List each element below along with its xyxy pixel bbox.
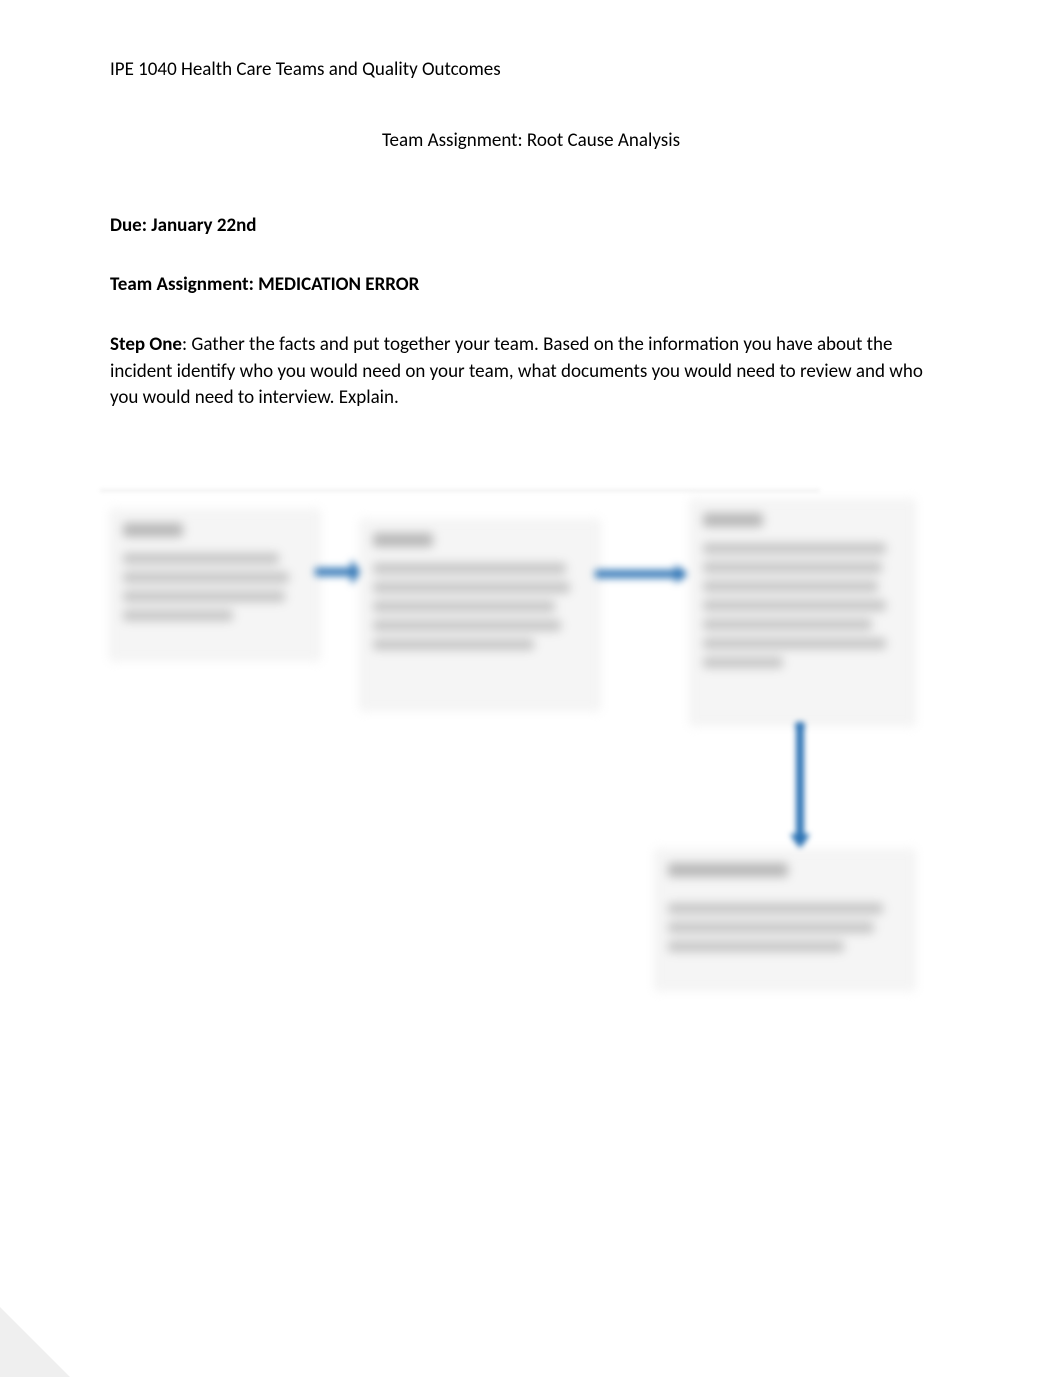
blurred-text-line [123, 553, 279, 564]
flowchart-box-1 [110, 510, 320, 660]
blurred-text-line [668, 941, 844, 952]
blurred-text-line [703, 581, 878, 592]
blurred-text-line [703, 600, 886, 611]
flowchart-box-2 [360, 520, 600, 710]
blurred-text-line [123, 572, 289, 583]
arrow-right-icon [315, 560, 365, 584]
step-one-label: Step One [110, 333, 182, 356]
blurred-text-line [668, 903, 883, 914]
blurred-text-line [373, 582, 570, 593]
blurred-text-line [703, 657, 783, 668]
blurred-text-line [703, 619, 872, 630]
blurred-text-line [373, 639, 534, 650]
arrow-right-icon [595, 565, 690, 583]
flowchart-box-3 [690, 500, 915, 725]
step-one-paragraph: Step One: Gather the facts and put toget… [110, 332, 952, 412]
box-heading-placeholder [123, 523, 183, 537]
box-heading-placeholder [668, 863, 788, 877]
flowchart-box-4 [655, 850, 915, 990]
course-header: IPE 1040 Health Care Teams and Quality O… [110, 58, 952, 81]
document-page: IPE 1040 Health Care Teams and Quality O… [0, 0, 1062, 412]
blurred-text-line [703, 638, 886, 649]
blurred-text-line [373, 620, 561, 631]
due-date: Due: January 22nd [110, 214, 952, 237]
blurred-text-line [703, 543, 886, 554]
assignment-title: Team Assignment: MEDICATION ERROR [110, 273, 952, 296]
step-one-text: : Gather the facts and put together your… [110, 333, 923, 409]
blurred-text-line [373, 563, 566, 574]
flowchart-diagram [100, 490, 930, 1010]
page-corner-fold-icon [0, 1307, 70, 1377]
box-heading-placeholder [703, 513, 763, 527]
diagram-top-border [100, 490, 820, 496]
arrow-down-icon [790, 722, 810, 850]
page-title: Team Assignment: Root Cause Analysis [110, 129, 952, 152]
blurred-text-line [373, 601, 555, 612]
blurred-text-line [123, 591, 285, 602]
box-heading-placeholder [373, 533, 433, 547]
blurred-text-line [703, 562, 882, 573]
blurred-text-line [668, 922, 874, 933]
blurred-text-line [123, 610, 233, 621]
